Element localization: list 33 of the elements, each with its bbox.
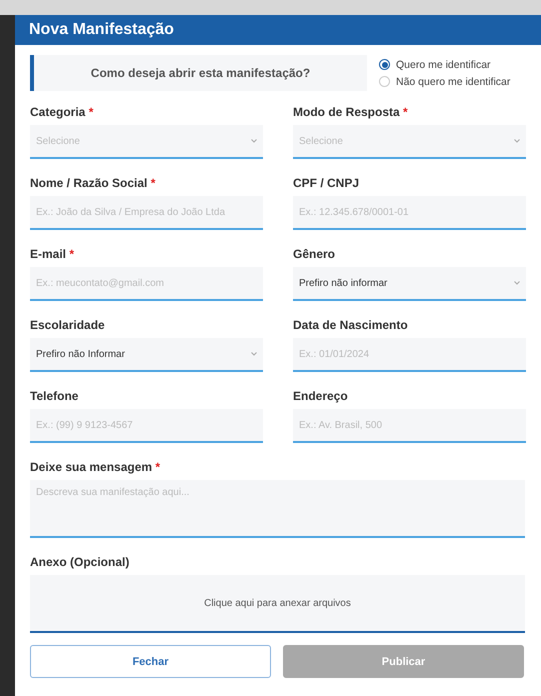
chevron-down-icon	[514, 139, 520, 143]
field-label: CPF / CNPJ	[293, 176, 360, 190]
chevron-down-icon	[514, 281, 520, 285]
field-label: Telefone	[30, 389, 80, 403]
input-field[interactable]: Ex.: 01/01/2024	[293, 338, 526, 372]
radio-option[interactable]: Quero me identificar	[379, 58, 510, 70]
dialog-title: Nova Manifestação	[15, 15, 541, 45]
question-banner: Como deseja abrir esta manifestação?	[30, 55, 367, 91]
field-label: E-mail *	[30, 247, 76, 261]
field-label: Anexo (Opcional)	[30, 555, 130, 569]
field-label: Escolaridade	[30, 318, 106, 332]
select-field[interactable]: Prefiro não informar	[293, 267, 526, 301]
field-label: Categoria *	[30, 105, 94, 119]
radio-option[interactable]: Não quero me identificar	[379, 76, 510, 88]
select-field[interactable]: Prefiro não Informar	[30, 338, 263, 372]
message-textarea[interactable]: Descreva sua manifestação aqui...	[30, 480, 525, 538]
select-field[interactable]: Selecione	[30, 125, 263, 159]
chevron-down-icon	[251, 352, 257, 356]
select-field[interactable]: Selecione	[293, 125, 526, 159]
field-label: Data de Nascimento	[293, 318, 409, 332]
file-drop-area[interactable]: Clique aqui para anexar arquivos	[30, 575, 525, 633]
input-field[interactable]: Ex.: João da Silva / Empresa do João Ltda	[30, 196, 263, 230]
field-label: Deixe sua mensagem *	[30, 460, 162, 474]
close-button[interactable]: Fechar	[30, 645, 271, 678]
field-label: Nome / Razão Social *	[30, 176, 156, 190]
input-field[interactable]: Ex.: Av. Brasil, 500	[293, 409, 526, 443]
field-label: Gênero	[293, 247, 336, 261]
chevron-down-icon	[251, 139, 257, 143]
input-field[interactable]: Ex.: 12.345.678/0001-01	[293, 196, 526, 230]
field-label: Modo de Resposta *	[293, 105, 409, 119]
input-field[interactable]: Ex.: (99) 9 9123-4567	[30, 409, 263, 443]
input-field[interactable]: Ex.: meucontato@gmail.com	[30, 267, 263, 301]
field-label: Endereço	[293, 389, 349, 403]
